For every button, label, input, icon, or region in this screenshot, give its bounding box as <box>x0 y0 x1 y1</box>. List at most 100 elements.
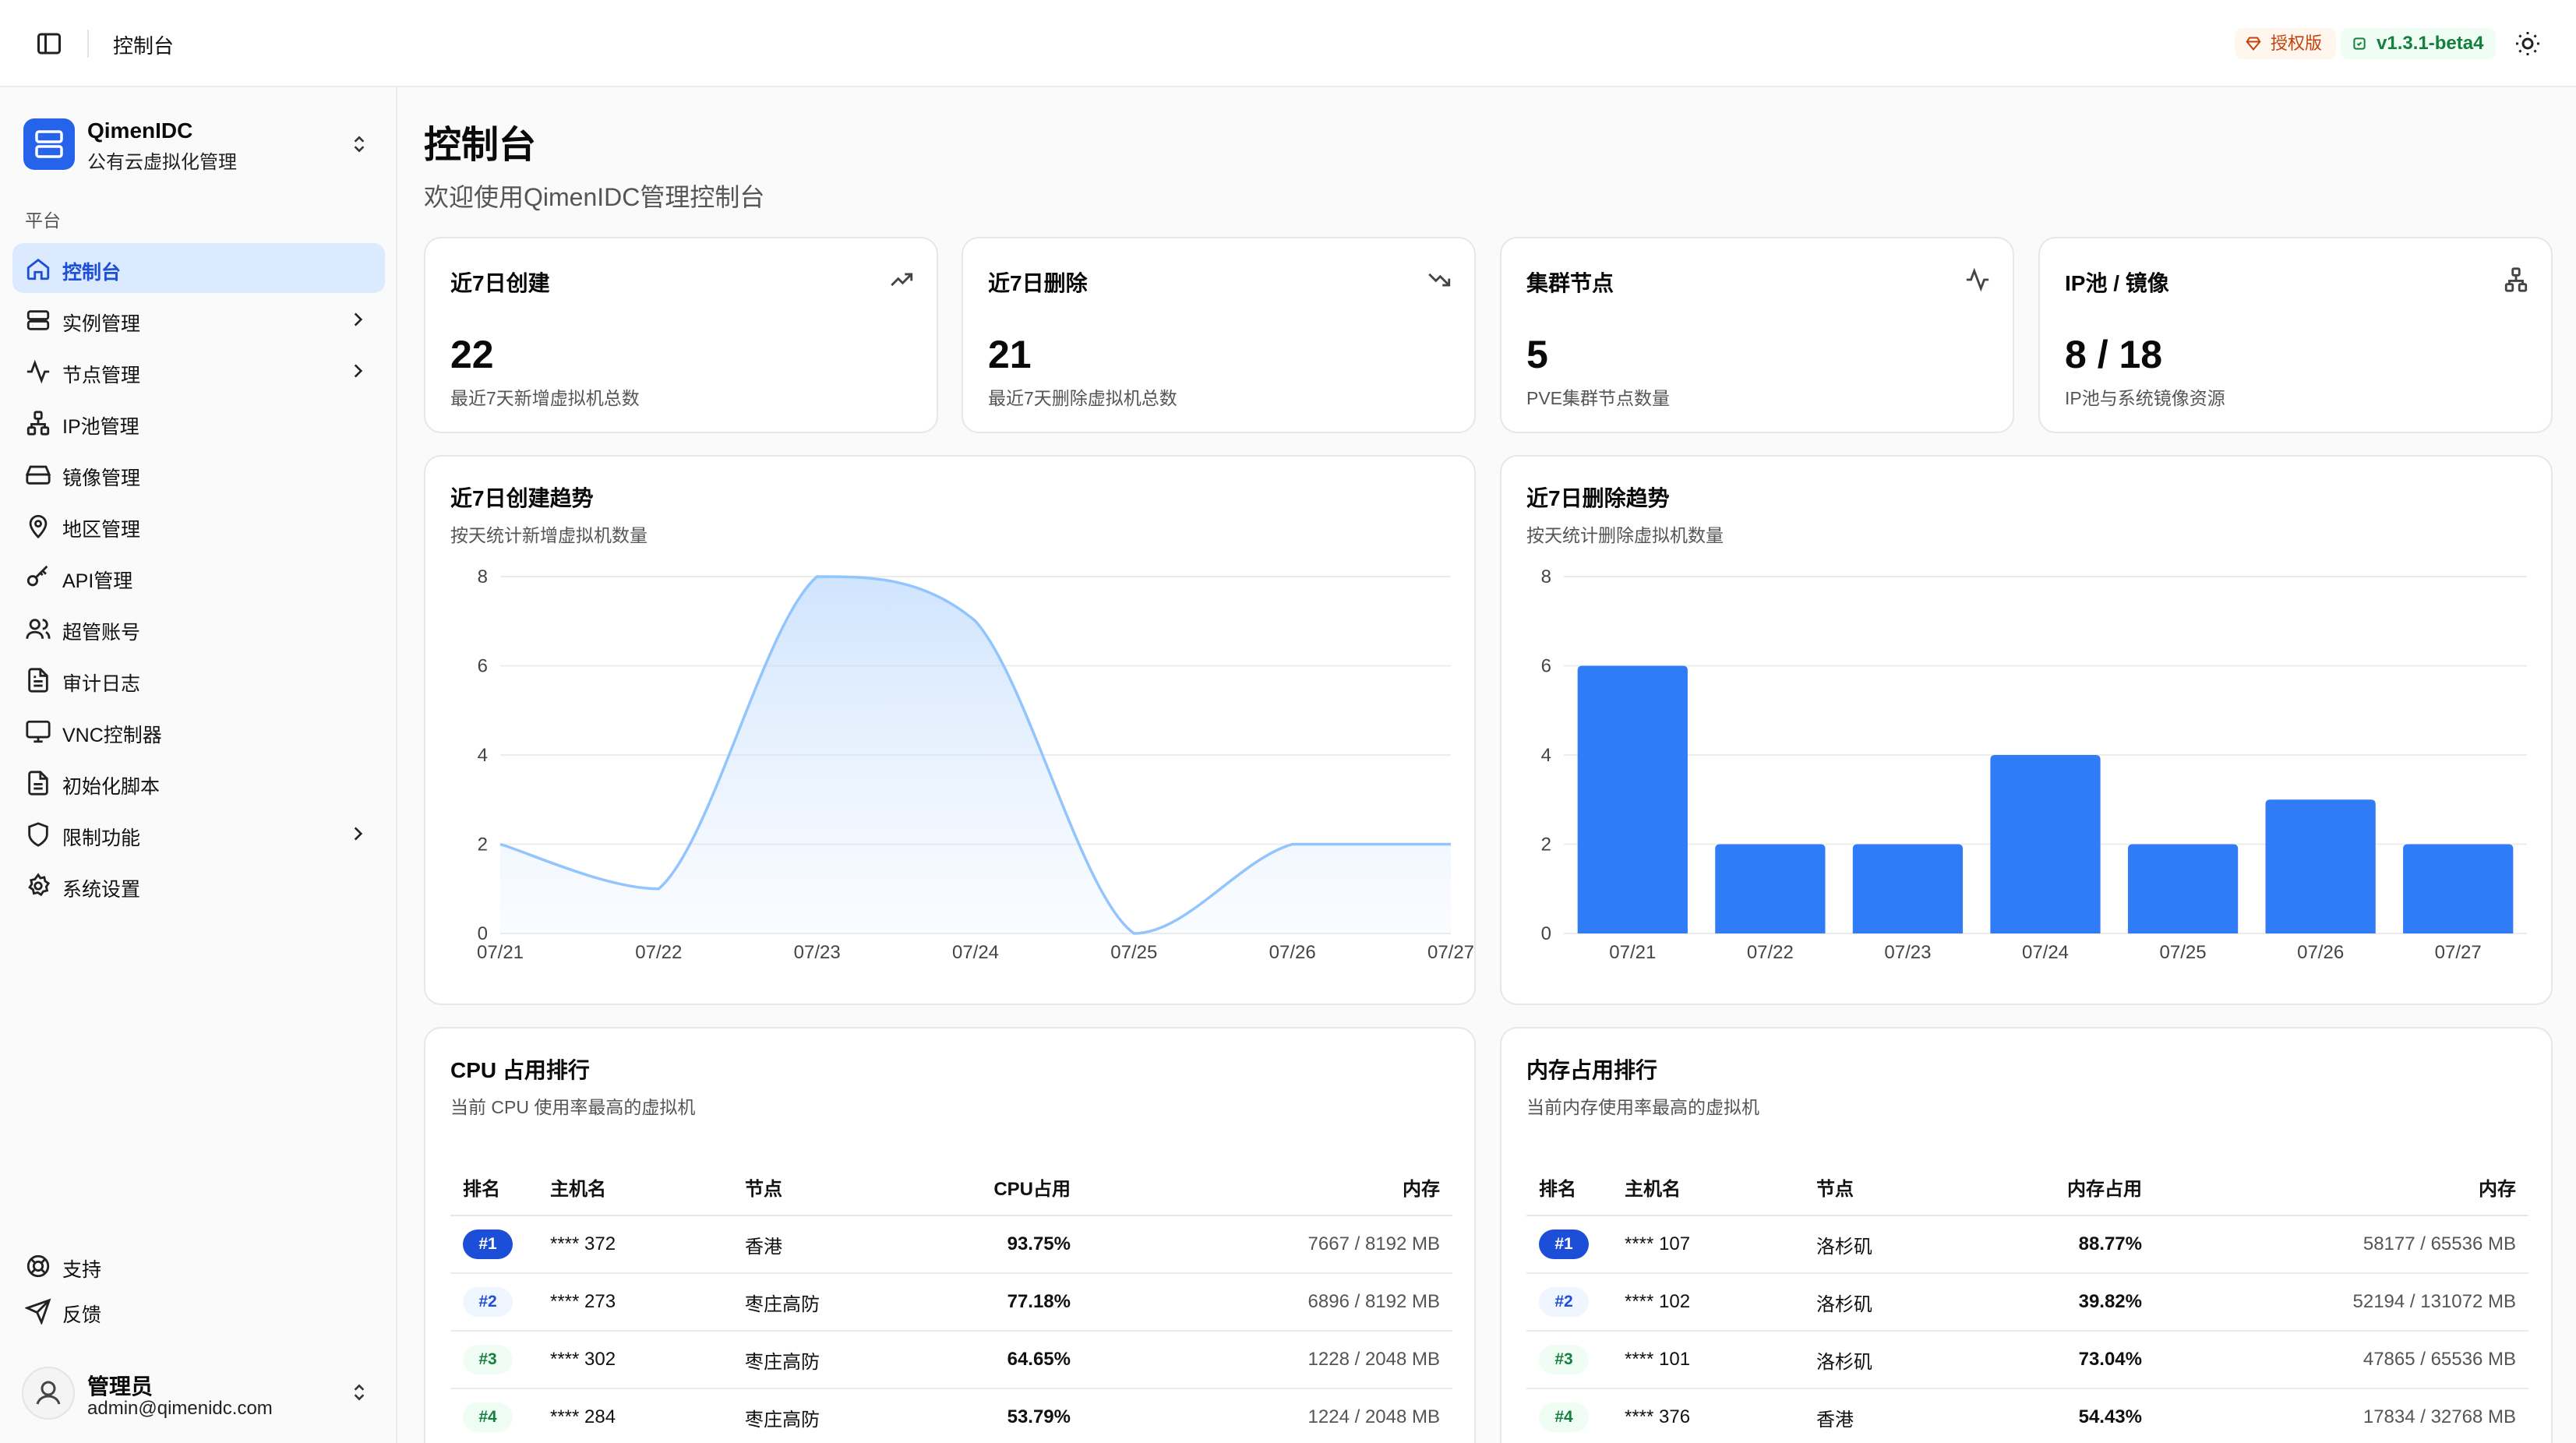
sidebar-item-label: 实例管理 <box>62 313 141 335</box>
delete-trend-card: 近7日删除趋势 按天统计删除虚拟机数量 0 2 4 6 8 07/21 07/22 07/23… <box>1500 455 2553 1005</box>
sidebar-item-images[interactable]: 镜像管理 <box>12 449 385 499</box>
server-icon <box>26 310 50 330</box>
memory-cell: 7667 / 8192 MB <box>1083 1215 1452 1274</box>
sidebar-item-dashboard[interactable]: 控制台 <box>12 243 385 293</box>
sidebar-item-feedback[interactable]: 反馈 <box>12 1289 385 1332</box>
sidebar-item-restrictions[interactable]: 限制功能 <box>12 809 385 859</box>
bar <box>2403 844 2514 933</box>
sidebar-item-label: 初始化脚本 <box>62 776 161 798</box>
table-row[interactable]: #4 **** 376 香港 54.43% 17834 / 32768 MB <box>1526 1388 2528 1443</box>
usage-cell: 53.79% <box>927 1388 1083 1443</box>
stat-caption: PVE集群节点数量 <box>1526 388 1671 408</box>
avatar <box>22 1367 75 1420</box>
sidebar-item-label: 反馈 <box>62 1304 102 1326</box>
column-header: CPU占用 <box>927 1159 1083 1216</box>
page-title: 控制台 <box>424 125 537 166</box>
sidebar-nav: 控制台 实例管理 节点管理 IP池管理 镜像管理 地区管理 API管理 超管账号… <box>12 243 385 912</box>
sidebar-item-nodes[interactable]: 节点管理 <box>12 346 385 396</box>
usage-cell: 77.18% <box>927 1273 1083 1332</box>
theme-toggle-icon[interactable] <box>2514 30 2542 58</box>
node-cell: 香港 <box>1804 1388 1991 1443</box>
bar <box>1577 665 1688 933</box>
table-title: CPU 占用排行 <box>450 1058 590 1082</box>
sidebar-item-regions[interactable]: 地区管理 <box>12 500 385 550</box>
column-header: 排名 <box>450 1159 538 1216</box>
sidebar-item-admins[interactable]: 超管账号 <box>12 603 385 653</box>
x-tick-label: 07/23 <box>1884 942 1931 963</box>
page-subtitle: 欢迎使用QimenIDC管理控制台 <box>424 183 765 211</box>
y-tick-label: 8 <box>478 566 488 587</box>
stat-value: 22 <box>450 333 494 376</box>
host-cell: **** 284 <box>538 1388 732 1443</box>
org-subtitle: 公有云虚拟化管理 <box>87 152 237 173</box>
x-tick-label: 07/21 <box>1609 942 1656 963</box>
sidebar-item-label: 支持 <box>62 1259 102 1281</box>
memory-cell: 1228 / 2048 MB <box>1083 1331 1452 1389</box>
table-row[interactable]: #1 **** 107 洛杉矶 88.77% 58177 / 65536 MB <box>1526 1215 2528 1274</box>
x-tick-label: 07/26 <box>1269 942 1316 963</box>
table-header-row: 排名 主机名 节点 CPU占用 内存 <box>450 1159 1452 1216</box>
user-icon <box>36 1381 61 1405</box>
gear-icon <box>28 873 51 897</box>
file-script-icon <box>28 771 48 796</box>
host-cell: **** 102 <box>1612 1273 1804 1332</box>
hard-drive-icon <box>25 465 51 485</box>
node-cell: 洛杉矶 <box>1804 1215 1991 1274</box>
table-subtitle: 当前 CPU 使用率最高的虚拟机 <box>450 1097 696 1117</box>
table-title: 内存占用排行 <box>1526 1058 1658 1082</box>
gem-icon <box>2246 37 2261 51</box>
sidebar-item-audit-log[interactable]: 审计日志 <box>12 654 385 704</box>
sidebar-item-support[interactable]: 支持 <box>12 1244 385 1287</box>
sidebar-item-vnc[interactable]: VNC控制器 <box>12 706 385 756</box>
table-subtitle: 当前内存使用率最高的虚拟机 <box>1526 1097 1759 1117</box>
breadcrumb: 控制台 <box>113 34 175 58</box>
bar <box>2127 844 2239 933</box>
x-tick-label: 07/21 <box>477 942 524 963</box>
sidebar-item-init-scripts[interactable]: 初始化脚本 <box>12 757 385 807</box>
stat-card-nodes: 集群节点 5 PVE集群节点数量 <box>1500 237 2014 433</box>
memory-cell: 58177 / 65536 MB <box>2154 1215 2528 1274</box>
stat-value: 8 / 18 <box>2065 333 2163 376</box>
sidebar-item-label: IP池管理 <box>62 416 139 438</box>
app-frame: 控制台 授权版 v1.3.1-beta4 QimenIDC 公有云虚拟化管理 平… <box>0 0 2576 1443</box>
column-header: 节点 <box>732 1159 927 1216</box>
user-menu[interactable]: 管理员 admin@qimenidc.com <box>22 1362 380 1424</box>
y-tick-label: 4 <box>478 745 488 766</box>
table-row[interactable]: #2 **** 273 枣庄高防 77.18% 6896 / 8192 MB <box>450 1273 1452 1332</box>
sidebar-toggle-icon[interactable] <box>34 30 64 58</box>
host-cell: **** 376 <box>1612 1388 1804 1443</box>
node-cell: 香港 <box>732 1215 927 1274</box>
network-icon <box>2504 267 2528 292</box>
sidebar-item-ip-pools[interactable]: IP池管理 <box>12 397 385 447</box>
rank-badge: #2 <box>463 1287 513 1317</box>
memory-rank-table: 排名 主机名 节点 内存占用 内存 #1 **** 107 洛杉矶 88.77%… <box>1526 1159 2528 1443</box>
memory-rank-card: 内存占用排行 当前内存使用率最高的虚拟机 排名 主机名 节点 内存占用 内存 #… <box>1500 1027 2553 1443</box>
y-tick-label: 2 <box>478 834 488 856</box>
org-name: QimenIDC <box>87 118 193 143</box>
stat-caption: IP池与系统镜像资源 <box>2065 388 2225 408</box>
sidebar-item-label: VNC控制器 <box>62 725 162 746</box>
memory-cell: 17834 / 32768 MB <box>2154 1388 2528 1443</box>
usage-cell: 64.65% <box>927 1331 1083 1389</box>
sidebar: QimenIDC 公有云虚拟化管理 平台 控制台 实例管理 节点管理 IP池管理… <box>0 87 397 1443</box>
stat-caption: 最近7天删除虚拟机总数 <box>988 388 1177 408</box>
sidebar-item-settings[interactable]: 系统设置 <box>12 860 385 910</box>
x-tick-label: 07/22 <box>635 942 682 963</box>
table-row[interactable]: #3 **** 101 洛杉矶 73.04% 47865 / 65536 MB <box>1526 1331 2528 1389</box>
activity-icon <box>1966 267 1989 292</box>
sidebar-item-instances[interactable]: 实例管理 <box>12 295 385 344</box>
table-row[interactable]: #1 **** 372 香港 93.75% 7667 / 8192 MB <box>450 1215 1452 1274</box>
table-row[interactable]: #3 **** 302 枣庄高防 64.65% 1228 / 2048 MB <box>450 1331 1452 1389</box>
table-row[interactable]: #2 **** 102 洛杉矶 39.82% 52194 / 131072 MB <box>1526 1273 2528 1332</box>
usage-cell: 88.77% <box>1991 1215 2154 1274</box>
stat-value: 21 <box>988 333 1032 376</box>
usage-cell: 39.82% <box>1991 1273 2154 1332</box>
users-icon <box>26 619 51 639</box>
org-switcher[interactable]: QimenIDC 公有云虚拟化管理 <box>23 109 380 184</box>
host-cell: **** 302 <box>538 1331 732 1389</box>
sidebar-item-api[interactable]: API管理 <box>12 552 385 602</box>
table-row[interactable]: #4 **** 284 枣庄高防 53.79% 1224 / 2048 MB <box>450 1388 1452 1443</box>
stat-title: 集群节点 <box>1526 271 1614 295</box>
rank-badge: #1 <box>1539 1230 1589 1259</box>
column-header: 排名 <box>1526 1159 1612 1216</box>
